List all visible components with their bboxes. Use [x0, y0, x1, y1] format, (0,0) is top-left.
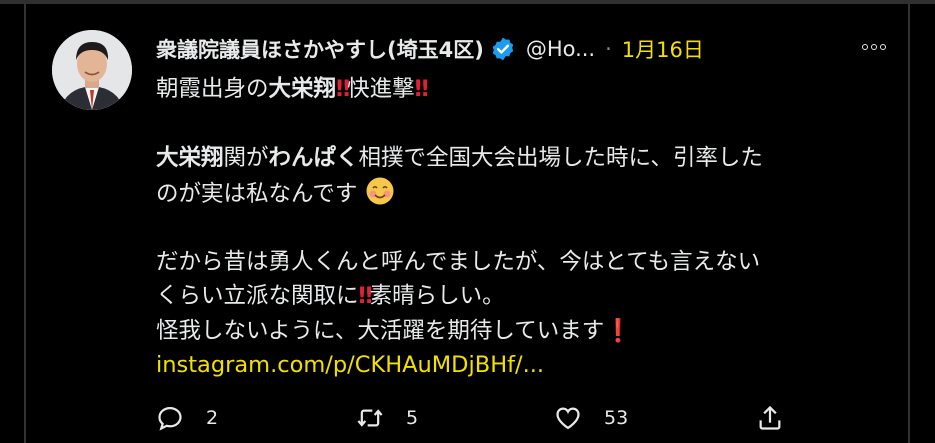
text-segment: だから昔は勇人くんと呼んでましたが、今はとても言えない — [156, 248, 761, 275]
timeline-border-left — [24, 4, 26, 443]
instagram-link[interactable]: instagram.com/p/CKHAuMDjBHf/... — [156, 352, 544, 378]
reply-icon — [158, 406, 182, 431]
text-bold: わんぱく — [268, 145, 359, 171]
timeline-border-right — [908, 4, 910, 443]
heart-icon — [556, 407, 580, 430]
tweet-text: 朝霞出身の大栄翔‼快進撃‼ 大栄翔関がわんぱく相撲で全国大会出場した時に、引率し… — [156, 72, 896, 383]
text-bold: 大栄翔 — [268, 76, 337, 102]
more-dot-icon — [871, 44, 877, 50]
retweet-count: 5 — [406, 407, 419, 429]
text-segment: 朝霞出身の — [156, 76, 269, 102]
reply-button[interactable]: 2 — [156, 401, 218, 435]
tweet-actions: 2 5 53 — [156, 401, 896, 435]
like-button[interactable]: 53 — [554, 401, 628, 435]
share-button[interactable] — [756, 401, 784, 435]
like-count: 53 — [604, 407, 629, 429]
verified-badge-icon — [492, 37, 514, 61]
separator-dot: · — [605, 37, 612, 61]
double-exclamation-emoji: ‼ — [336, 76, 350, 102]
avatar[interactable] — [52, 30, 132, 110]
display-name[interactable]: 衆議院議員ほさかやすし(埼玉4区) — [156, 34, 484, 64]
retweet-button[interactable]: 5 — [356, 401, 418, 435]
text-segment: 怪我しないように、大活躍を期待しています — [156, 317, 605, 344]
text-segment: のが実は私なんです — [156, 180, 358, 207]
tweet-line: 大栄翔関がわんぱく相撲で全国大会出場した時に、引率した — [156, 141, 896, 176]
tweet-date-link[interactable]: 1月16日 — [622, 34, 704, 64]
tweet-line: だから昔は勇人くんと呼んでましたが、今はとても言えない — [156, 245, 896, 280]
text-segment: 素晴らしい。 — [369, 283, 505, 309]
reply-count: 2 — [206, 407, 219, 429]
window-top-edge — [0, 0, 935, 4]
retweet-icon — [357, 409, 383, 427]
user-handle[interactable]: @Ho... — [526, 37, 595, 61]
text-segment: くらい立派な関取に — [156, 283, 359, 309]
text-segment: 関が — [223, 145, 269, 171]
more-dot-icon — [862, 44, 868, 50]
double-exclamation-emoji: ‼ — [414, 76, 429, 102]
text-segment: 相撲で全国大会出場した時に、引率した — [358, 145, 763, 171]
more-options-button[interactable] — [858, 36, 890, 58]
tweet-line: 怪我しないように、大活躍を期待しています❗ — [156, 314, 896, 349]
avatar-photo — [52, 30, 132, 110]
tweet-line: instagram.com/p/CKHAuMDjBHf/... — [156, 348, 896, 383]
share-icon — [759, 405, 781, 430]
tweet-line: くらい立派な関取に‼素晴らしい。 — [156, 279, 896, 314]
double-exclamation-emoji: ‼ — [358, 283, 373, 309]
tweet-line: のが実は私なんです — [156, 176, 896, 211]
text-bold: 大栄翔 — [156, 145, 224, 171]
smiling-face-emoji-icon — [366, 177, 394, 204]
tweet-line: 朝霞出身の大栄翔‼快進撃‼ — [156, 72, 896, 107]
text-segment: 快進撃 — [347, 76, 415, 102]
tweet-header: 衆議院議員ほさかやすし(埼玉4区) @Ho... · 1月16日 — [156, 32, 704, 66]
exclamation-emoji: ❗ — [604, 317, 633, 344]
more-dot-icon — [880, 44, 886, 50]
